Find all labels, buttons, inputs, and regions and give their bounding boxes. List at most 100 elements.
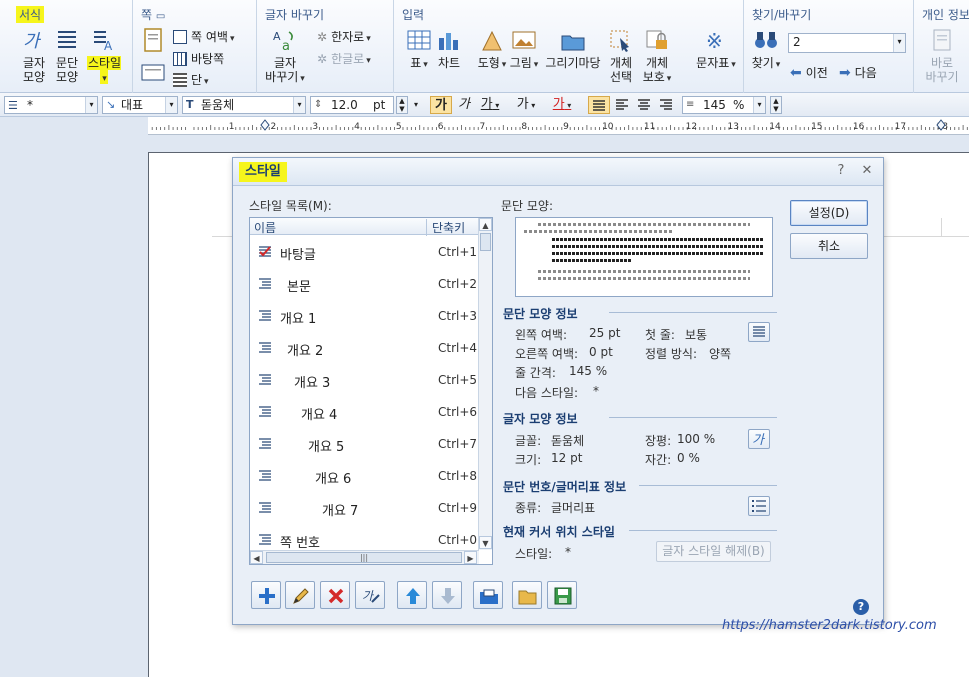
align-justify-button[interactable] (588, 96, 610, 114)
find-button[interactable]: 찾기 (750, 28, 782, 72)
style-list[interactable]: 이름 단축키 바탕글 Ctrl+1 본문 Ctrl+2 개요 1 Ctrl+3 개요 2 Ct… (249, 217, 493, 565)
style-list-item[interactable]: 본문 Ctrl+2 (250, 268, 479, 300)
font-size-spinner[interactable]: ▲ ▼ (396, 96, 408, 114)
style-select[interactable]: ☰ * ▾ (4, 96, 98, 114)
page-button-2[interactable] (139, 62, 167, 86)
cancel-button[interactable]: 취소 (790, 233, 868, 259)
object-select-button[interactable]: 개체 선택 (606, 28, 636, 84)
style-list-horizontal-scrollbar[interactable]: ◀ ||| ▶ (250, 550, 479, 564)
style-list-item[interactable]: 개요 5 Ctrl+7 (250, 428, 479, 460)
find-dropdown-arrow-icon[interactable]: ▾ (893, 34, 905, 52)
style-list-item[interactable]: 개요 6 Ctrl+8 (250, 460, 479, 492)
save-style-button[interactable] (547, 581, 577, 609)
char-convert-button[interactable]: Aa 글자 바꾸기 (263, 28, 307, 86)
picture-button[interactable]: 그림 (508, 28, 540, 72)
language-select[interactable]: ↘ 대표 ▾ (102, 96, 178, 114)
para-info-separator (609, 312, 777, 313)
bullet-edit-button[interactable] (748, 496, 770, 516)
find-text-input[interactable]: 2 ▾ (788, 33, 906, 53)
delete-style-button[interactable] (320, 581, 350, 609)
style-list-col-shortcut[interactable]: 단축키 (426, 219, 465, 236)
quick-replace-button[interactable]: 바로 바꾸기 (924, 28, 960, 84)
font-size-dropdown[interactable]: ▾ (410, 96, 422, 114)
ok-button[interactable]: 설정(D) (790, 200, 868, 226)
find-prev-button[interactable]: ⬅ 이전 (790, 64, 828, 81)
scroll-down-arrow-icon[interactable]: ▼ (479, 536, 492, 549)
font-size-input[interactable]: ⇕ 12.0 pt (310, 96, 394, 114)
style-list-col-name[interactable]: 이름 (254, 219, 276, 236)
background-page-button[interactable]: 바탕쪽 (173, 50, 224, 67)
style-list-label: 스타일 목록(M): (249, 199, 332, 213)
move-down-button[interactable] (432, 581, 462, 609)
ruler-number: 13 (727, 122, 738, 132)
ruler-number: 16 (853, 122, 865, 132)
horizontal-ruler[interactable]: 123456789101112131415161718 (148, 117, 969, 135)
style-list-item-shortcut: Ctrl+1 (438, 245, 478, 259)
dialog-help-icon[interactable]: ? (833, 163, 849, 179)
para-shape-edit-button[interactable] (748, 322, 770, 342)
scroll-right-arrow-icon[interactable]: ▶ (464, 551, 477, 564)
style-list-vertical-scrollbar[interactable]: ▲ ▼ (478, 218, 492, 550)
align-left-button[interactable] (612, 96, 632, 114)
to-hanja-button[interactable]: ✲ 한자로 (317, 28, 371, 45)
line-spacing-input[interactable]: ≡ 145 % ▾ (682, 96, 766, 114)
open-folder-button[interactable] (512, 581, 542, 609)
style-list-item[interactable]: 개요 7 Ctrl+9 (250, 492, 479, 524)
underline-button[interactable]: 가 ▾ (476, 96, 504, 114)
help-icon[interactable]: ? (853, 599, 869, 615)
ruler-number: 2 (271, 122, 277, 132)
font-color-button[interactable]: 가 ▾ (546, 96, 578, 114)
folder-open-icon (518, 590, 537, 605)
scroll-up-arrow-icon[interactable]: ▲ (479, 218, 492, 231)
find-next-button[interactable]: ➡ 다음 (839, 64, 877, 81)
release-char-style-button[interactable]: 글자 스타일 해제(B) (656, 541, 771, 562)
font-size-icon: ⇕ (314, 99, 323, 110)
strike-button[interactable]: 가 ▾ (512, 96, 540, 114)
object-protect-label: 개체 보호 (643, 56, 672, 84)
style-list-item[interactable]: 바탕글 Ctrl+1 (250, 236, 479, 268)
style-button[interactable]: A 스타일 (84, 28, 124, 86)
style-list-item[interactable]: 개요 1 Ctrl+3 (250, 300, 479, 332)
add-style-button[interactable] (251, 581, 281, 609)
line-spacing-arrow-icon: ▾ (753, 97, 765, 113)
style-list-item[interactable]: 개요 4 Ctrl+6 (250, 396, 479, 428)
font-select[interactable]: T 돋움체 ▾ (182, 96, 306, 114)
replace-style-button[interactable]: 가 (355, 581, 385, 609)
size-value: 12 pt (551, 451, 583, 465)
style-list-item-name: 쪽 번호 (280, 536, 321, 551)
columns-button[interactable]: 단 (173, 71, 209, 88)
scroll-thumb-horizontal[interactable]: ||| (266, 552, 462, 563)
move-up-button[interactable] (397, 581, 427, 609)
style-list-item[interactable]: 개요 2 Ctrl+4 (250, 332, 479, 364)
para-shape-button[interactable]: 문단 모양 (52, 28, 82, 84)
style-list-item-shortcut: Ctrl+6 (438, 405, 478, 419)
table-button[interactable]: 표 (404, 28, 434, 72)
scroll-thumb-vertical[interactable] (480, 233, 491, 251)
symbols-button[interactable]: ※ 문자표 (694, 28, 738, 72)
char-shape-label: 글자 모양 (22, 56, 46, 84)
bold-button[interactable]: 가 (430, 96, 452, 114)
arrow-up-icon (406, 588, 420, 604)
line-spacing-spinner[interactable]: ▲ ▼ (770, 96, 782, 114)
indent-marker-icon[interactable] (260, 119, 270, 131)
clipart-button[interactable]: 그리기마당 (542, 28, 604, 70)
align-right-button[interactable] (656, 96, 676, 114)
dialog-close-icon[interactable]: ✕ (859, 163, 875, 179)
ruler-number: 8 (521, 122, 527, 132)
align-center-button[interactable] (634, 96, 654, 114)
edit-style-button[interactable] (285, 581, 315, 609)
chart-button[interactable]: 차트 (434, 28, 464, 70)
page-group-expand-icon[interactable]: ▭ (156, 11, 165, 22)
char-shape-button[interactable]: 가 글자 모양 (18, 28, 50, 84)
shape-button[interactable]: 도형 (477, 28, 507, 72)
import-style-button[interactable] (473, 581, 503, 609)
italic-button[interactable]: 가 (455, 96, 473, 114)
style-list-item[interactable]: 개요 3 Ctrl+5 (250, 364, 479, 396)
to-hangul-button[interactable]: ✲ 한글로 (317, 50, 371, 67)
dialog-titlebar[interactable]: 스타일 ? ✕ (233, 158, 883, 186)
page-button[interactable] (139, 28, 167, 56)
scroll-left-arrow-icon[interactable]: ◀ (250, 551, 263, 564)
page-margin-button[interactable]: 쪽 여백 (173, 28, 234, 45)
char-shape-edit-button[interactable]: 가 (748, 429, 770, 449)
object-protect-button[interactable]: 개체 보호 (640, 28, 674, 86)
